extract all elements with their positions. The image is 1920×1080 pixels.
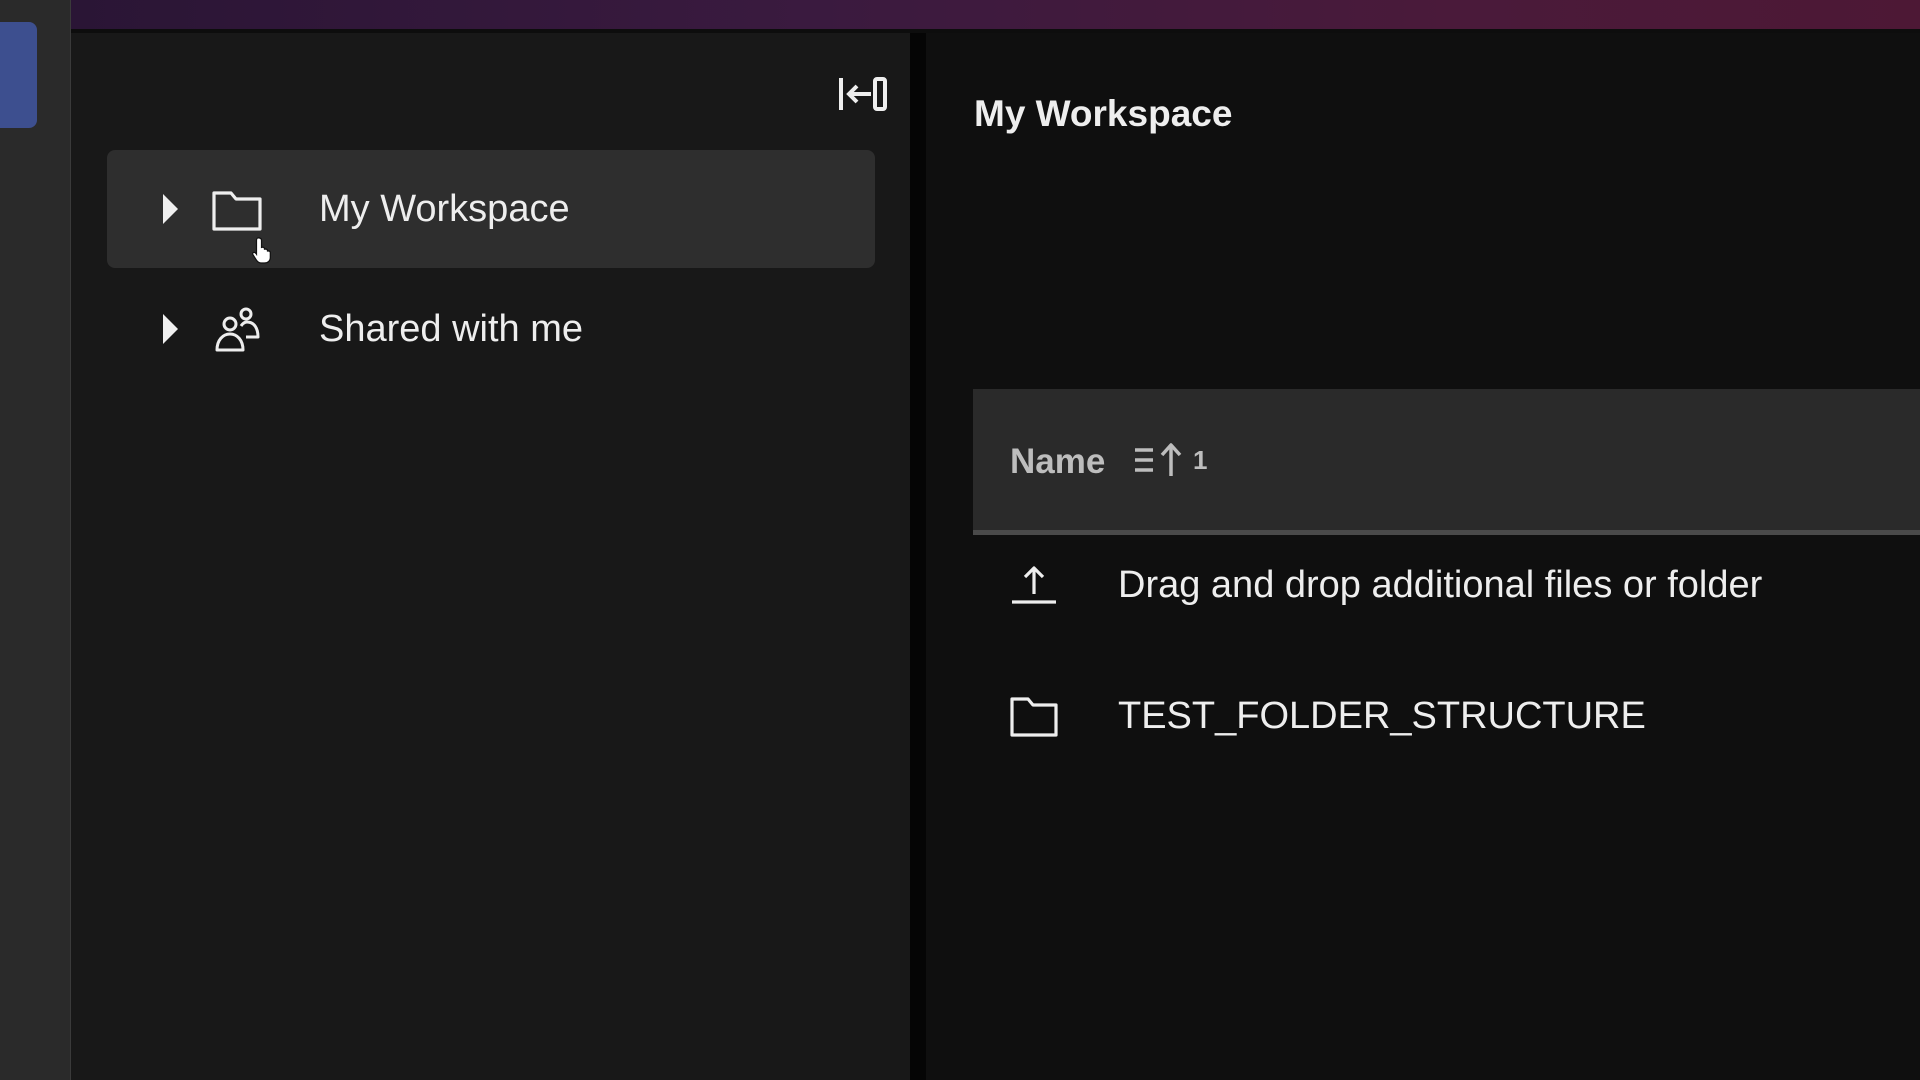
page-title: My Workspace	[974, 93, 1233, 134]
folder-row-label: TEST_FOLDER_STRUCTURE	[1118, 695, 1646, 737]
shared-users-icon	[215, 307, 260, 352]
rail-active-item[interactable]	[0, 22, 37, 128]
table-row[interactable]: TEST_FOLDER_STRUCTURE	[973, 661, 1920, 771]
tree-item-shared-with-me[interactable]: Shared with me	[107, 270, 875, 388]
sort-order-number: 1	[1193, 444, 1208, 475]
folder-icon	[212, 191, 262, 231]
upload-row[interactable]: Drag and drop additional files or folder	[973, 530, 1920, 640]
panel-splitter[interactable]	[910, 33, 926, 1080]
sort-indicator[interactable]: 1	[1133, 440, 1207, 480]
folder-icon	[1010, 697, 1058, 737]
app-rail	[0, 0, 71, 1080]
hand-cursor-icon	[252, 237, 271, 264]
sort-ascending-icon	[1135, 443, 1182, 476]
tree-item-my-workspace[interactable]: My Workspace	[107, 150, 875, 268]
upload-icon	[1012, 566, 1056, 604]
collapse-sidebar-button[interactable]	[833, 67, 893, 121]
sidebar: My Workspace Shared with me	[71, 33, 910, 1080]
upload-row-label: Drag and drop additional files or folder	[1118, 564, 1763, 606]
collapse-sidebar-icon	[839, 77, 887, 111]
tree-item-label: My Workspace	[319, 188, 570, 230]
caret-right-icon[interactable]	[163, 194, 178, 224]
tree-item-label: Shared with me	[319, 308, 584, 350]
table-header: Name	[973, 389, 1920, 535]
main-panel: My Workspace Name Drag and drop addition…	[926, 33, 1920, 1080]
top-bar	[71, 0, 1920, 29]
column-header-name[interactable]: Name	[1010, 389, 1105, 535]
caret-right-icon[interactable]	[163, 314, 178, 344]
